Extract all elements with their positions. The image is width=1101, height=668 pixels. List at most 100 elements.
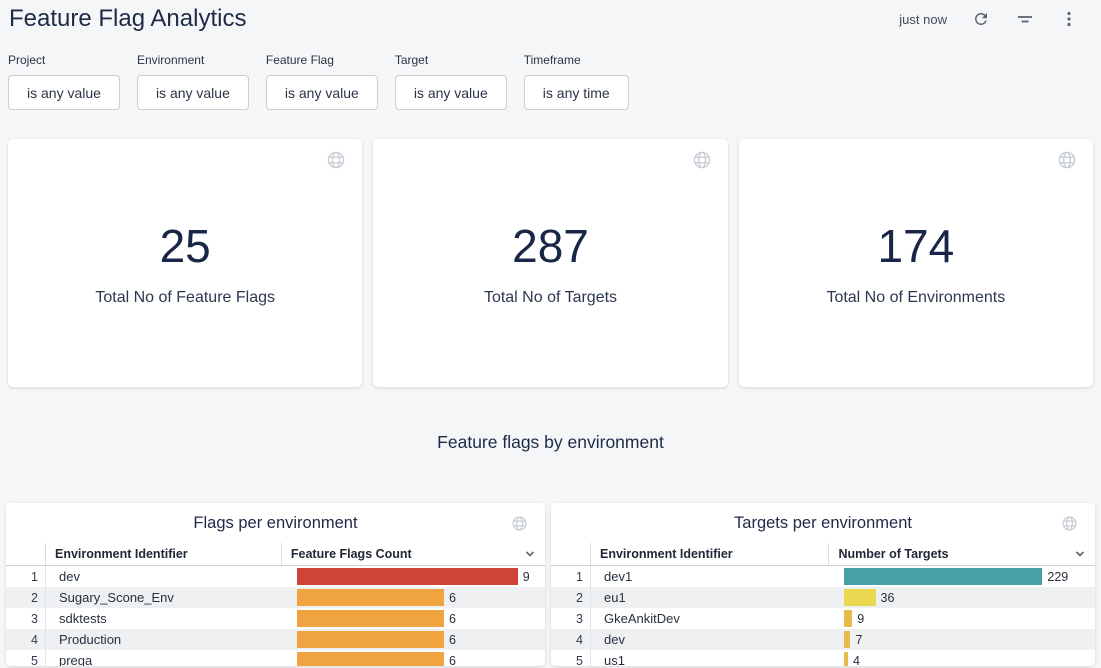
table-row: 1dev1 229 [551, 566, 1095, 587]
panel-title: Targets per environment [734, 514, 912, 533]
value-bar[interactable] [844, 610, 852, 627]
environment-cell[interactable]: Production [46, 629, 281, 650]
value-bar[interactable] [297, 589, 444, 606]
filter-project-label: Project [8, 53, 120, 67]
globe-icon [1057, 150, 1077, 175]
bar-value-label: 9 [857, 612, 864, 626]
bar-value-label: 6 [449, 654, 456, 667]
filter-target-button[interactable]: is any value [395, 75, 507, 110]
charts-row: Flags per environment Environment Identi… [6, 503, 1095, 666]
kpi-card-targets: 287 Total No of Targets [373, 139, 727, 387]
value-bar[interactable] [844, 589, 875, 606]
bar-cell: 6 [281, 587, 545, 608]
count-column-header[interactable]: Number of Targets [828, 543, 1095, 565]
environment-column-header[interactable]: Environment Identifier [46, 543, 281, 565]
table-row: 4dev 7 [551, 629, 1095, 650]
filter-feature-flag-label: Feature Flag [266, 53, 378, 67]
bar-value-label: 6 [449, 591, 456, 605]
filter-timeframe-label: Timeframe [524, 53, 629, 67]
chevron-down-icon[interactable] [523, 547, 537, 564]
filter-feature-flag-button[interactable]: is any value [266, 75, 378, 110]
kpi-label: Total No of Feature Flags [95, 289, 275, 307]
row-index: 5 [6, 650, 46, 666]
table-row: 5us1 4 [551, 650, 1095, 666]
bar-value-label: 4 [853, 654, 860, 667]
panel-header: Targets per environment [551, 503, 1095, 543]
environment-cell[interactable]: sdktests [46, 608, 281, 629]
environment-cell[interactable]: us1 [591, 650, 828, 666]
row-index-column-header [551, 543, 591, 565]
environment-cell[interactable]: dev1 [591, 566, 828, 587]
value-bar[interactable] [844, 568, 1042, 585]
filter-timeframe-button[interactable]: is any time [524, 75, 629, 110]
panel-header: Flags per environment [6, 503, 545, 543]
bar-cell: 6 [281, 650, 545, 666]
table-body: 1dev12292eu1363GkeAnkitDev94dev75us14 [551, 566, 1095, 666]
section-title: Feature flags by environment [0, 431, 1101, 453]
filter-environment: Environment is any value [137, 53, 249, 110]
value-bar[interactable] [297, 631, 444, 648]
globe-icon [1061, 515, 1078, 537]
environment-cell[interactable]: eu1 [591, 587, 828, 608]
header-actions: just now [899, 9, 1079, 29]
environment-cell[interactable]: dev [46, 566, 281, 587]
environment-cell[interactable]: GkeAnkitDev [591, 608, 828, 629]
row-index: 4 [6, 629, 46, 650]
count-column-header[interactable]: Feature Flags Count [281, 543, 545, 565]
filter-timeframe: Timeframe is any time [524, 53, 629, 110]
value-bar[interactable] [844, 631, 850, 648]
bar-value-label: 229 [1047, 570, 1068, 584]
kpi-label: Total No of Environments [826, 289, 1005, 307]
row-index: 2 [6, 587, 46, 608]
globe-icon [692, 150, 712, 175]
environment-cell[interactable]: dev [591, 629, 828, 650]
value-bar[interactable] [297, 610, 444, 627]
row-index: 1 [551, 566, 591, 587]
filter-project: Project is any value [8, 53, 120, 110]
page-title: Feature Flag Analytics [9, 4, 246, 34]
kpi-value: 25 [160, 219, 211, 273]
filter-target-label: Target [395, 53, 507, 67]
bar-value-label: 7 [855, 633, 862, 647]
filter-feature-flag: Feature Flag is any value [266, 53, 378, 110]
bar-cell: 9 [828, 608, 1095, 629]
bar-cell: 6 [281, 608, 545, 629]
table-body: 1dev92Sugary_Scone_Env63sdktests64Produc… [6, 566, 545, 666]
kpi-row: 25 Total No of Feature Flags 287 Total N… [8, 139, 1093, 387]
environment-column-header[interactable]: Environment Identifier [591, 543, 828, 565]
table-row: 3sdktests6 [6, 608, 545, 629]
kebab-menu-icon[interactable] [1059, 9, 1079, 29]
environment-cell[interactable]: prega [46, 650, 281, 666]
filter-project-button[interactable]: is any value [8, 75, 120, 110]
value-bar[interactable] [297, 652, 444, 666]
globe-icon [511, 515, 528, 537]
row-index: 4 [551, 629, 591, 650]
bar-value-label: 36 [881, 591, 895, 605]
row-index: 3 [6, 608, 46, 629]
table-row: 2Sugary_Scone_Env 6 [6, 587, 545, 608]
filter-bar: Project is any value Environment is any … [0, 34, 1101, 110]
chevron-down-icon[interactable] [1073, 547, 1087, 564]
bar-cell: 9 [281, 566, 545, 587]
last-updated-label: just now [899, 12, 947, 27]
value-bar[interactable] [844, 652, 848, 666]
row-index: 5 [551, 650, 591, 666]
filter-icon[interactable] [1015, 9, 1035, 29]
filter-target: Target is any value [395, 53, 507, 110]
value-bar[interactable] [297, 568, 518, 585]
table-row: 5prega 6 [6, 650, 545, 666]
table-row: 1dev9 [6, 566, 545, 587]
filter-environment-button[interactable]: is any value [137, 75, 249, 110]
globe-icon [326, 150, 346, 175]
refresh-icon[interactable] [971, 9, 991, 29]
bar-cell: 36 [828, 587, 1095, 608]
bar-cell: 4 [828, 650, 1095, 666]
row-index-column-header [6, 543, 46, 565]
table-header: Environment Identifier Feature Flags Cou… [6, 543, 545, 566]
kpi-value: 174 [877, 219, 954, 273]
bar-cell: 229 [828, 566, 1095, 587]
environment-cell[interactable]: Sugary_Scone_Env [46, 587, 281, 608]
bar-cell: 6 [281, 629, 545, 650]
table-row: 4Production6 [6, 629, 545, 650]
table-row: 2eu136 [551, 587, 1095, 608]
